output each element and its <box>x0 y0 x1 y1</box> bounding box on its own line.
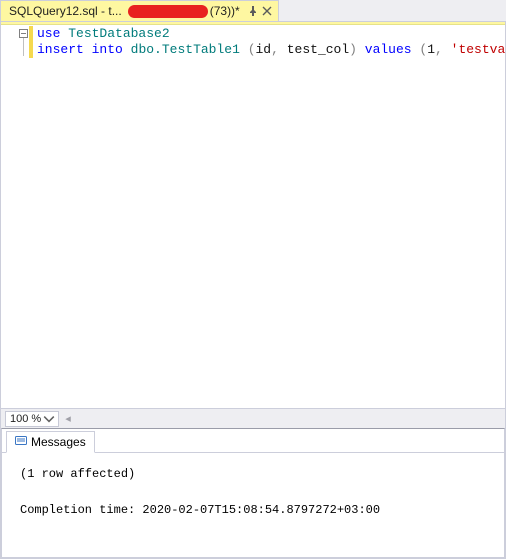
editor-pane: use TestDatabase2 insert into dbo.TestTa… <box>0 22 506 559</box>
messages-output[interactable]: (1 row affected) Completion time: 2020-0… <box>2 453 504 557</box>
sql-editor[interactable]: use TestDatabase2 insert into dbo.TestTa… <box>1 25 505 408</box>
zoom-combo[interactable]: 100 % <box>5 411 59 427</box>
active-document-tab[interactable]: SQLQuery12.sql - t... (73))* <box>0 0 279 21</box>
collapse-toggle-icon[interactable] <box>19 29 28 38</box>
val-num: 1 <box>427 42 435 57</box>
pin-icon[interactable] <box>246 4 260 18</box>
editor-footer-strip: 100 % ◂ <box>1 408 505 428</box>
table-name: dbo.TestTable1 <box>131 42 240 57</box>
kw-insert: insert <box>37 42 84 57</box>
outline-guide <box>23 38 24 56</box>
val-str: 'testval1' <box>451 42 505 57</box>
col-testcol: test_col <box>287 42 349 57</box>
close-icon[interactable] <box>260 4 274 18</box>
messages-icon <box>15 435 27 450</box>
messages-tab[interactable]: Messages <box>6 431 95 453</box>
tab-title-prefix: SQLQuery12.sql - t... <box>9 4 122 18</box>
code-content: use TestDatabase2 insert into dbo.TestTa… <box>1 25 505 408</box>
results-tab-strip: Messages <box>2 429 504 453</box>
kw-values: values <box>365 42 412 57</box>
redacted-region <box>128 5 208 18</box>
kw-use: use <box>37 26 60 41</box>
msg-completion-time: Completion time: 2020-02-07T15:08:54.879… <box>20 503 380 517</box>
kw-into: into <box>92 42 123 57</box>
zoom-value: 100 % <box>10 413 41 425</box>
change-indicator <box>29 26 33 58</box>
msg-rows-affected: (1 row affected) <box>20 467 135 481</box>
splitter-grip-icon[interactable]: ◂ <box>65 412 71 425</box>
document-tab-bar: SQLQuery12.sql - t... (73))* <box>0 0 506 22</box>
chevron-down-icon[interactable] <box>43 413 55 425</box>
tab-title-suffix: (73))* <box>210 4 240 18</box>
messages-tab-label: Messages <box>31 435 86 449</box>
dbname: TestDatabase2 <box>68 26 169 41</box>
col-id: id <box>256 42 272 57</box>
results-pane: Messages (1 row affected) Completion tim… <box>1 428 505 558</box>
